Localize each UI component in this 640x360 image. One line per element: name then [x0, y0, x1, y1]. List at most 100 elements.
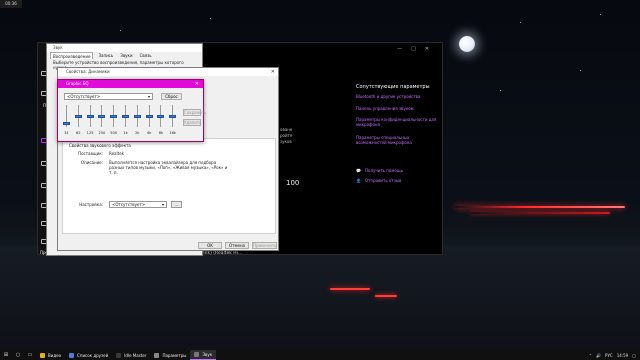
system-tray: ⌃ 🔊 РУС 14:59 ▢: [589, 350, 636, 360]
eq-slider-62[interactable]: [74, 104, 83, 128]
get-help-link[interactable]: 💬 Получить помощь: [356, 168, 403, 173]
eq-delete-button[interactable]: Удалить: [183, 119, 202, 126]
eq-slider-thumb[interactable]: [145, 114, 153, 118]
chevron-up-icon[interactable]: ⌃: [589, 353, 592, 358]
clock[interactable]: 14:59: [617, 353, 629, 358]
eq-slider-thumb[interactable]: [86, 114, 94, 118]
eq-band-label: 250: [98, 131, 106, 135]
app-icon: [154, 352, 160, 358]
recording-timestamp: 00:36: [0, 0, 22, 8]
taskbar-app[interactable]: Параметры: [150, 350, 190, 360]
tab-recording[interactable]: Запись: [96, 52, 115, 59]
eq-slider-thumb[interactable]: [157, 114, 165, 118]
provider-label: Поставщик:: [78, 151, 103, 156]
chevron-down-icon: ▾: [147, 94, 150, 99]
eq-slider-125[interactable]: [86, 104, 95, 128]
eq-slider-thumb[interactable]: [63, 122, 70, 126]
eq-slider-8k[interactable]: [156, 104, 165, 128]
dim-text-3: зуков: [280, 139, 292, 144]
settings-label: Настройка:: [79, 202, 103, 207]
eq-save-button[interactable]: Сохранить: [183, 109, 207, 116]
eq-slider-thumb[interactable]: [74, 114, 82, 118]
eq-band-label: 62: [76, 131, 81, 135]
dim-text-1: оване: [280, 127, 293, 132]
tab-sounds[interactable]: Звуки: [118, 52, 134, 59]
taskbar-app-label: Звук: [202, 352, 213, 357]
sound-control-panel-link[interactable]: Панель управления звуком: [356, 106, 440, 111]
close-icon[interactable]: ✕: [271, 69, 275, 75]
eq-slider-250[interactable]: [97, 104, 106, 128]
search-icon[interactable]: ○: [12, 350, 24, 360]
related-settings-title: Сопутствующие параметры: [356, 84, 430, 90]
app-icon: [69, 352, 75, 358]
eq-slider-16k[interactable]: [168, 104, 177, 128]
eq-band-label: 16k: [169, 131, 177, 135]
apply-button[interactable]: Применить: [252, 242, 277, 249]
eq-band-label: 2k: [135, 131, 140, 135]
app-icon: [40, 352, 45, 358]
eq-slider-1k[interactable]: [121, 104, 130, 128]
moon: [459, 36, 475, 52]
eq-band-label: 125: [86, 131, 94, 135]
volume-value: 100: [286, 179, 300, 187]
volume-icon[interactable]: 🔊: [596, 353, 601, 358]
eq-band-label: 8k: [158, 131, 164, 135]
description-label: Описание:: [80, 160, 103, 165]
language-indicator[interactable]: РУС: [605, 353, 613, 358]
notifications-icon[interactable]: ▢: [632, 353, 636, 358]
taskbar-app-label: Список друзей: [77, 352, 109, 358]
ok-button[interactable]: OK: [198, 242, 222, 249]
eq-title: Graphic EQ: [66, 81, 89, 86]
taskbar-app-label: Параметры: [162, 352, 187, 358]
eq-sliders: [62, 104, 180, 128]
settings-select-value: <Отсутствует>: [112, 202, 146, 207]
close-icon[interactable]: ✕: [195, 80, 199, 88]
taskbar-app-label: Idle Master: [124, 352, 147, 358]
eq-slider-thumb[interactable]: [169, 114, 177, 118]
eq-slider-thumb[interactable]: [133, 114, 141, 118]
eq-slider-31[interactable]: [62, 104, 71, 128]
eq-slider-thumb[interactable]: [98, 114, 106, 118]
eq-slider-4k[interactable]: [145, 104, 154, 128]
dim-text-2: ройте: [280, 133, 293, 138]
settings-select[interactable]: <Отсутствует> ▾: [109, 201, 167, 208]
sound-dialog-title: Звук: [47, 44, 202, 52]
eq-preset-select[interactable]: <Отсутствует> ▾: [64, 93, 153, 100]
eq-reset-button[interactable]: Сброс: [161, 93, 182, 100]
eq-slider-2k[interactable]: [133, 104, 142, 128]
graphic-eq-window: Graphic EQ ✕ <Отсутствует> ▾ Сброс Сохрани…: [57, 79, 207, 142]
eq-slider-thumb[interactable]: [122, 114, 129, 118]
sound-tabs: Воспроизведение Запись Звуки Связь: [47, 52, 202, 59]
window-controls[interactable]: —□✕: [397, 46, 438, 52]
eq-preset-value: <Отсутствует>: [67, 94, 101, 99]
mic-accessibility-link[interactable]: Параметры специальных возможностей микро…: [356, 135, 440, 145]
chat-icon: 💬: [356, 168, 361, 173]
section-title: Свойства звукового эффекта: [69, 143, 131, 148]
eq-slider-500[interactable]: [109, 104, 118, 128]
mic-privacy-link[interactable]: Параметры конфиденциальности для микрофо…: [356, 117, 440, 127]
description-value: Выполняется настройка эквалайзера для по…: [109, 160, 228, 175]
tab-playback[interactable]: Воспроизведение: [50, 52, 94, 59]
task-view-icon[interactable]: ▭: [24, 350, 36, 360]
taskbar-app[interactable]: Звук: [190, 350, 217, 360]
bluetooth-link[interactable]: Bluetooth и другие устройства: [356, 94, 440, 99]
start-icon[interactable]: ⊞: [0, 350, 12, 360]
provider-value: Realtek: [109, 151, 124, 156]
taskbar: ⊞ ○ ▭ Видео Список друзей Idle Master Парам…: [0, 350, 640, 360]
taskbar-app[interactable]: Idle Master: [112, 350, 150, 360]
send-feedback-link[interactable]: 👤 Отправить отзыв: [356, 178, 401, 183]
tab-communications[interactable]: Связь: [138, 52, 154, 59]
eq-band-label: 1k: [123, 131, 128, 135]
app-icon: [116, 352, 122, 358]
eq-band-label: 31: [64, 131, 69, 135]
taskbar-app[interactable]: Список друзей: [65, 350, 112, 360]
feedback-icon: 👤: [356, 178, 361, 183]
road: [0, 246, 640, 350]
eq-band-label: 500: [110, 131, 118, 135]
taskbar-app[interactable]: Видео: [36, 350, 65, 360]
taskbar-apps: Видео Список друзей Idle Master Параметры Зв…: [36, 350, 217, 360]
cancel-button[interactable]: Отмена: [225, 242, 249, 249]
more-button[interactable]: ...: [171, 201, 182, 208]
eq-frequency-labels: 31 62 125 250 500 1k 2k 4k 8k 16k: [62, 131, 180, 137]
eq-slider-thumb[interactable]: [110, 114, 118, 118]
